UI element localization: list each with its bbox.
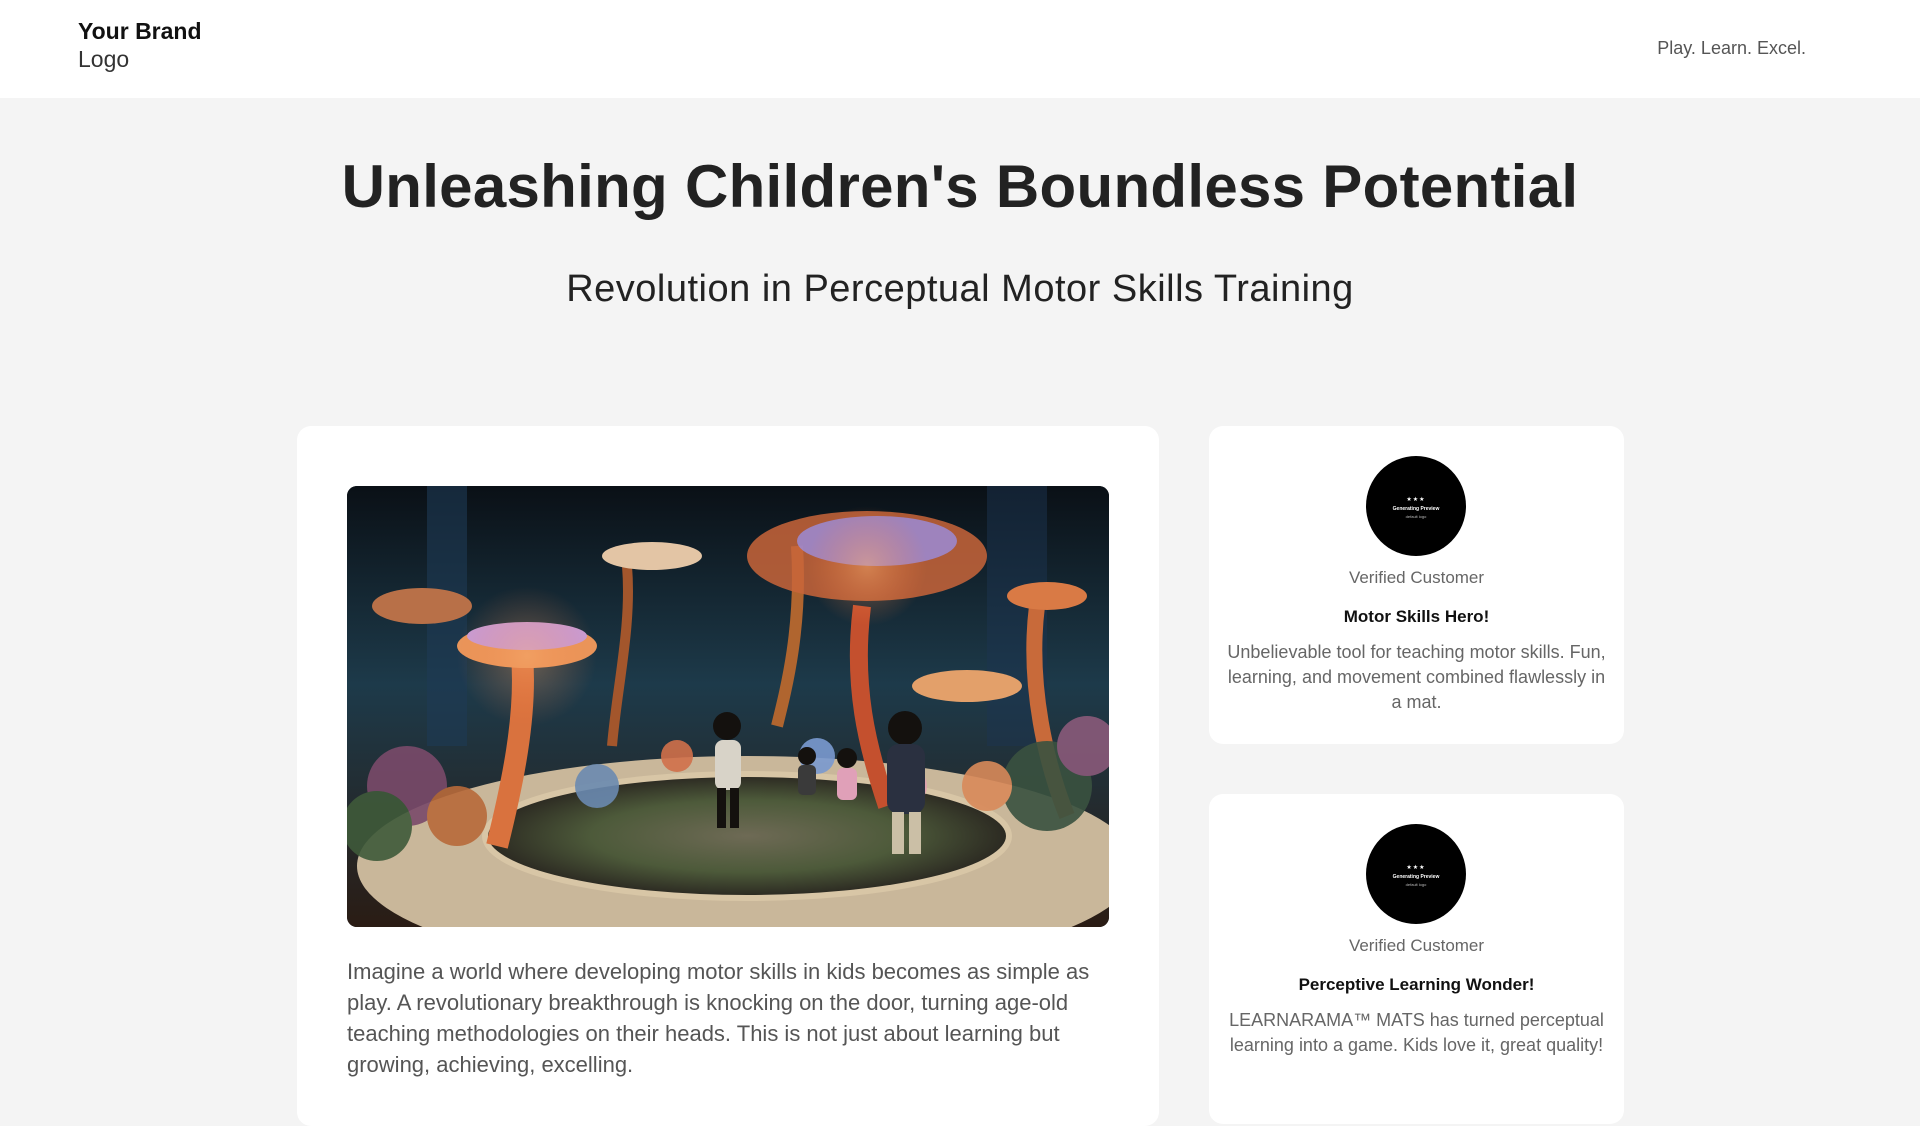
- brand-name: Your Brand: [78, 18, 202, 44]
- avatar-subtext: default logo: [1405, 514, 1427, 519]
- site-header: Your Brand Logo Play. Learn. Excel.: [0, 0, 1920, 98]
- review-title: Motor Skills Hero!: [1343, 607, 1490, 626]
- verified-label: Verified Customer: [1348, 936, 1485, 955]
- hero-image: [347, 486, 1109, 927]
- verified-label: Verified Customer: [1348, 568, 1485, 587]
- review-title: Perceptive Learning Wonder!: [1298, 975, 1535, 994]
- main-content-card: Imagine a world where developing motor s…: [297, 426, 1159, 1126]
- hero-subtitle: Revolution in Perceptual Motor Skills Tr…: [566, 268, 1354, 310]
- avatar-text: Generating Preview: [1392, 506, 1440, 512]
- brand-logo-text: Logo: [78, 45, 130, 72]
- avatar-subtext: default logo: [1405, 882, 1427, 887]
- avatar-stars: ★★★: [1406, 497, 1426, 503]
- customer-avatar: ★★★ Generating Preview default logo: [1366, 456, 1466, 556]
- hero-title: Unleashing Children's Boundless Potentia…: [341, 153, 1579, 220]
- review-card: ★★★ Generating Preview default logo Veri…: [1209, 794, 1624, 1124]
- avatar-stars: ★★★: [1406, 865, 1426, 871]
- header-tagline: Play. Learn. Excel.: [1657, 38, 1806, 58]
- review-card: ★★★ Generating Preview default logo Veri…: [1209, 426, 1624, 744]
- brand-logo[interactable]: Your Brand Logo: [78, 18, 202, 73]
- review-body: LEARNARAMA™ MATS has turned perceptual l…: [1229, 1010, 1604, 1055]
- avatar-text: Generating Preview: [1392, 874, 1440, 880]
- fantasy-garden-illustration: [347, 486, 1109, 927]
- review-body: Unbelievable tool for teaching motor ski…: [1227, 642, 1606, 712]
- intro-paragraph: Imagine a world where developing motor s…: [347, 959, 1090, 1077]
- customer-avatar: ★★★ Generating Preview default logo: [1366, 824, 1466, 924]
